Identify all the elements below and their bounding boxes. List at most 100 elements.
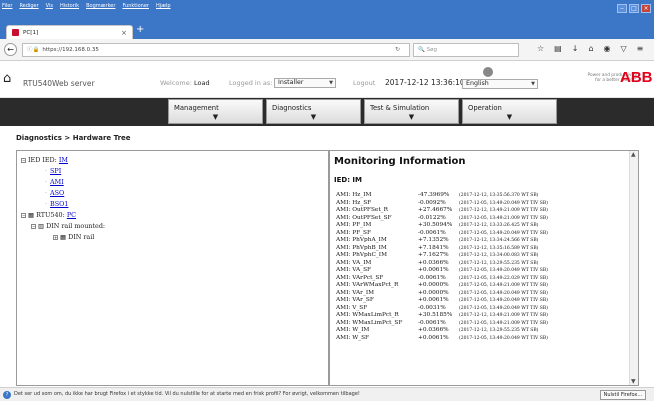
info-icon: ? bbox=[3, 391, 11, 399]
library-icon[interactable]: ▤ bbox=[554, 44, 562, 53]
back-button[interactable]: ← bbox=[4, 43, 17, 56]
row-name: AMI: PF_SF bbox=[336, 229, 372, 236]
row-timestamp: (2017-12-05, 13:49:20.049 WT TIV SB) bbox=[459, 230, 548, 236]
tree-node-rtu540[interactable]: − ▦ RTU540: PC bbox=[21, 211, 76, 219]
monitoring-row: AMI: W_SF +0.0061% (2017-12-05, 13:49:20.0… bbox=[336, 335, 626, 343]
row-name: AMI: OutPFSet_R bbox=[336, 207, 388, 213]
menu-bookmarks[interactable]: Bogmærker bbox=[86, 3, 115, 11]
browser-tab[interactable]: PC[1] × bbox=[6, 25, 133, 39]
tree-node-bso1[interactable]: · BSO1 bbox=[45, 200, 68, 208]
maximize-button[interactable]: □ bbox=[629, 4, 639, 13]
scroll-down-icon[interactable]: ▼ bbox=[631, 378, 636, 385]
row-name: AMI: VAr_SF bbox=[336, 297, 374, 303]
row-name: AMI: W_SF bbox=[336, 334, 370, 341]
tree-node-ami[interactable]: · AMI bbox=[45, 178, 64, 186]
tree-ied-link[interactable]: IM bbox=[59, 156, 68, 164]
row-name: AMI: VArWMaxPct_R bbox=[336, 282, 399, 288]
leaf-icon: · bbox=[45, 178, 48, 186]
collapse-icon[interactable]: − bbox=[31, 223, 36, 229]
language-select[interactable]: English ▼ bbox=[462, 79, 538, 89]
search-bar[interactable]: 🔍 Søg bbox=[413, 43, 519, 57]
menu-history[interactable]: Historik bbox=[60, 3, 79, 11]
tree-bso1-link[interactable]: BSO1 bbox=[50, 200, 68, 208]
triangle-down-icon: ▼ bbox=[212, 113, 219, 121]
menu-tools[interactable]: Funktioner bbox=[122, 3, 149, 11]
notification-message: Det ser ud som om, du ikke har brugt Fir… bbox=[14, 391, 360, 397]
row-timestamp: (2017-12-05, 13:49:20.049 WT TIV SB) bbox=[459, 200, 548, 206]
chevron-down-icon: ▼ bbox=[531, 81, 535, 87]
search-placeholder: Søg bbox=[426, 47, 437, 53]
menu-help[interactable]: Hjælp bbox=[156, 3, 171, 11]
minimize-button[interactable]: ‒ bbox=[617, 4, 627, 13]
menu-diagnostics[interactable]: Diagnostics ▼ bbox=[266, 99, 361, 124]
row-value: +0.0061% bbox=[418, 267, 449, 273]
row-value: +30.5185% bbox=[418, 312, 453, 318]
tree-node-aso[interactable]: · ASO bbox=[45, 189, 64, 197]
close-tab-icon[interactable]: × bbox=[121, 29, 127, 37]
sync-icon[interactable]: ◉ bbox=[604, 44, 611, 53]
reset-firefox-button[interactable]: Nulstil Firefox… bbox=[600, 390, 646, 400]
row-timestamp: (2017-12-12, 13:49:21.009 WT TIV SB) bbox=[459, 313, 548, 318]
tree-node-ied[interactable]: − IED IED: IM bbox=[21, 156, 68, 164]
tree-node-din-mounted[interactable]: − ▥ DIN rail mounted: bbox=[31, 222, 105, 230]
row-timestamp: (2017-12-12, 13:33:26.425 WT SB) bbox=[459, 223, 539, 228]
abb-logo: ABB bbox=[620, 69, 653, 86]
monitoring-pane: Monitoring Information IED: IM AMI: Hz_I… bbox=[329, 150, 639, 386]
url-bar[interactable]: ⓘ🔒 https://192.168.0.35 bbox=[22, 43, 410, 57]
monitoring-row: AMI: VAr_IM +0.0000% (2017-12-05, 13:49:20… bbox=[336, 290, 626, 298]
home-icon[interactable]: ⌂ bbox=[588, 44, 593, 53]
row-timestamp: (2017-12-12, 13:34:00.083 WT SB) bbox=[459, 253, 539, 258]
scroll-up-icon[interactable]: ▲ bbox=[631, 151, 636, 158]
home-icon[interactable]: ⌂ bbox=[3, 71, 11, 86]
role-select[interactable]: Installer ▼ bbox=[274, 78, 336, 88]
monitoring-row: AMI: OutPFSet_R +27.4667% (2017-12-12, 13:… bbox=[336, 207, 626, 215]
tree-node-din-rail[interactable]: + ▦ DIN rail bbox=[53, 233, 94, 241]
row-timestamp: (2017-12-12, 13:29:55.235 WT SB) bbox=[459, 328, 539, 333]
pocket-icon[interactable]: ▽ bbox=[621, 44, 627, 53]
close-window-button[interactable]: × bbox=[641, 4, 651, 13]
info-lock-icon[interactable]: ⓘ🔒 bbox=[27, 47, 39, 53]
menu-test-simulation-label: Test & Simulation bbox=[370, 104, 430, 112]
tree-spi-link[interactable]: SPI bbox=[50, 167, 61, 175]
row-timestamp: (2017-12-05, 13:49:20.049 WT TIV SB) bbox=[459, 298, 548, 303]
monitoring-row: AMI: WMaxLimPct_R +30.5185% (2017-12-12, 1… bbox=[336, 312, 626, 320]
expand-icon[interactable]: + bbox=[53, 234, 58, 240]
logout-link[interactable]: Logout bbox=[353, 79, 375, 87]
tree-node-spi[interactable]: · SPI bbox=[45, 167, 61, 175]
hamburger-menu-icon[interactable]: ≡ bbox=[637, 44, 644, 53]
monitoring-row: AMI: PhVphC_IM +7.1627% (2017-12-12, 13:34… bbox=[336, 252, 626, 260]
menu-management[interactable]: Management ▼ bbox=[168, 99, 263, 124]
logged-in-label: Logged in as: bbox=[229, 79, 273, 87]
row-name: AMI: V_SF bbox=[336, 304, 368, 311]
triangle-down-icon: ▼ bbox=[310, 113, 317, 121]
tree-rtu-link[interactable]: PC bbox=[67, 211, 76, 219]
browser-menu-bar: Filer Rediger Vis Historik Bogmærker Fun… bbox=[2, 3, 171, 11]
role-select-value: Installer bbox=[278, 79, 304, 86]
row-name: AMI: Hz_SF bbox=[336, 199, 372, 206]
row-value: -0.0061% bbox=[418, 274, 446, 281]
monitoring-title: Monitoring Information bbox=[334, 156, 466, 167]
collapse-icon[interactable]: − bbox=[21, 212, 26, 218]
tree-ami-link[interactable]: AMI bbox=[50, 178, 64, 186]
new-tab-button[interactable]: + bbox=[136, 25, 146, 37]
menu-operation[interactable]: Operation ▼ bbox=[462, 99, 557, 124]
menu-file[interactable]: Filer bbox=[2, 3, 12, 11]
tree-ied-prefix: IED IED: bbox=[28, 156, 57, 164]
bookmark-star-icon[interactable]: ☆ bbox=[537, 44, 544, 53]
menu-test-simulation[interactable]: Test & Simulation ▼ bbox=[364, 99, 459, 124]
browser-window: Filer Rediger Vis Historik Bogmærker Fun… bbox=[0, 0, 654, 401]
ied-label: IED: IM bbox=[334, 176, 363, 184]
row-value: -0.0092% bbox=[418, 199, 446, 206]
row-name: AMI: PF_IM bbox=[336, 222, 372, 228]
menu-view[interactable]: Vis bbox=[46, 3, 53, 11]
download-icon[interactable]: ↓ bbox=[572, 44, 579, 53]
row-timestamp: (2017-12-12, 13:35:16.589 WT SB) bbox=[459, 245, 539, 251]
reload-icon[interactable]: ↻ bbox=[395, 46, 400, 53]
leaf-icon: · bbox=[45, 200, 48, 208]
collapse-icon[interactable]: − bbox=[21, 157, 26, 163]
menu-edit[interactable]: Rediger bbox=[19, 3, 38, 11]
tab-title: PC[1] bbox=[23, 29, 39, 36]
tree-aso-link[interactable]: ASO bbox=[50, 189, 64, 197]
vertical-scrollbar[interactable]: ▲ ▼ bbox=[629, 151, 638, 385]
monitoring-row: AMI: Hz_IM -47.3969% (2017-12-12, 13:35:56… bbox=[336, 192, 626, 200]
